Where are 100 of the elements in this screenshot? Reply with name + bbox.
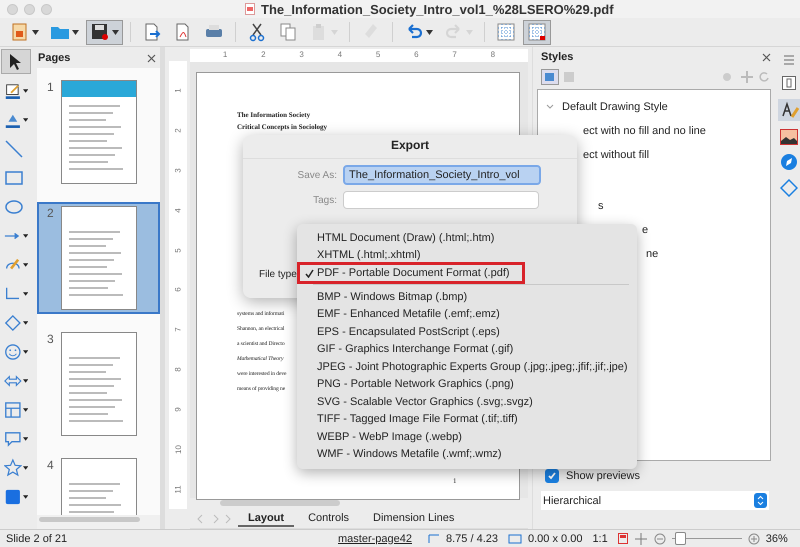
caret-icon xyxy=(22,234,28,238)
show-previews-checkbox[interactable] xyxy=(545,469,559,483)
style-item[interactable]: e xyxy=(642,224,648,236)
page-number: 4 xyxy=(47,458,55,474)
save-button[interactable] xyxy=(86,20,123,44)
grid-icon xyxy=(527,22,547,42)
dialog-title: Export xyxy=(243,135,577,159)
page-thumbnail-item[interactable]: 1 xyxy=(37,76,160,188)
caret-icon xyxy=(22,118,28,122)
ruler-number: 6 xyxy=(174,288,182,292)
caret-icon xyxy=(22,466,28,470)
close-icon[interactable] xyxy=(147,54,156,62)
file-type-option[interactable]: EPS - Encapsulated PostScript (.eps) xyxy=(297,323,637,340)
ruler-number: 9 xyxy=(174,407,182,412)
scrollbar-thumb[interactable] xyxy=(39,517,140,522)
ruler-number: 3 xyxy=(174,168,182,173)
size-status: 0.00 x 0.00 xyxy=(528,532,582,544)
save-as-field[interactable]: The_Information_Society_Intro_vol xyxy=(343,165,541,185)
page-number: 3 xyxy=(47,332,55,348)
smiley-icon xyxy=(4,342,22,362)
menu-icon[interactable] xyxy=(782,53,796,67)
layer-tab[interactable]: Dimension Lines xyxy=(363,511,464,527)
file-type-option[interactable]: WMF - Windows Metafile (.wmf;.wmz) xyxy=(297,446,637,463)
caret-icon xyxy=(32,30,39,34)
caret-icon xyxy=(22,88,28,92)
pdf-file-icon xyxy=(245,3,255,15)
ruler-number: 8 xyxy=(174,367,182,372)
file-type-option[interactable]: PDF - Portable Document Format (.pdf) xyxy=(297,262,525,284)
caret-icon xyxy=(22,350,28,354)
file-type-option[interactable]: SVG - Scalable Vector Graphics (.svg;.svgz) xyxy=(297,393,637,410)
style-item[interactable]: Default Drawing Style xyxy=(562,100,668,112)
page-thumbnail-item[interactable]: 2 xyxy=(37,202,160,314)
navigator-icon[interactable] xyxy=(780,153,798,171)
file-type-option[interactable]: TIFF - Tagged Image File Format (.tif;.tiff) xyxy=(297,410,637,428)
style-item[interactable]: ect without fill xyxy=(583,148,650,160)
window-title: The_Information_Society_Intro_vol1_%28LSERO%29.pdf xyxy=(261,2,614,16)
layer-tab[interactable]: Layout xyxy=(238,511,294,527)
styles-icon[interactable] xyxy=(778,99,800,121)
ruler-number: 5 xyxy=(376,50,380,61)
zoom-slider[interactable] xyxy=(672,532,742,545)
caret-icon xyxy=(22,408,28,412)
grid-icon xyxy=(496,22,516,42)
snap-grid-button[interactable] xyxy=(523,20,551,44)
ruler-number: 11 xyxy=(174,484,182,494)
ruler-number: 7 xyxy=(174,328,182,332)
style-item[interactable]: ne xyxy=(646,248,658,260)
gallery-icon[interactable] xyxy=(780,129,798,145)
ruler-number: 7 xyxy=(452,50,457,61)
copy-icon xyxy=(278,22,298,42)
master-page-status: master-page42 xyxy=(338,532,412,544)
zoom-out-icon[interactable] xyxy=(654,532,666,544)
checkmark-icon xyxy=(547,471,557,481)
document-modified-icon xyxy=(618,533,628,544)
size-icon xyxy=(508,534,522,544)
select-tool[interactable] xyxy=(1,49,31,74)
shapes-icon[interactable] xyxy=(780,179,798,197)
file-type-option[interactable]: JPEG - Joint Photographic Experts Group (.jpg;.jpeg;.jfif;.jif;.jpe) xyxy=(297,358,637,376)
properties-icon[interactable] xyxy=(780,75,796,91)
page-number: 2 xyxy=(47,206,55,222)
move-icon[interactable] xyxy=(634,532,648,546)
ruler-number: 5 xyxy=(174,248,182,252)
file-type-option[interactable]: PNG - Portable Network Graphics (.png) xyxy=(297,376,637,393)
caret-icon xyxy=(22,262,28,266)
drawing-styles-icon[interactable] xyxy=(541,69,559,85)
file-type-option[interactable]: HTML Document (Draw) (.html;.htm) xyxy=(297,229,637,246)
filter-dropdown[interactable]: Hierarchical xyxy=(541,491,769,510)
scale-status: 1:1 xyxy=(592,532,608,544)
file-type-option[interactable]: GIF - Graphics Interchange Format (.gif) xyxy=(297,340,637,358)
ruler-number: 1 xyxy=(222,50,228,61)
close-icon[interactable] xyxy=(762,52,771,62)
chevron-icon[interactable] xyxy=(546,104,554,110)
ruler-number: 10 xyxy=(174,444,182,454)
layer-tab[interactable]: Controls xyxy=(298,511,360,527)
file-type-option[interactable]: XHTML (.html;.xhtml) xyxy=(297,246,637,264)
page-number: 1 xyxy=(47,80,55,96)
ruler-number: 4 xyxy=(338,50,342,61)
zoom-slider-thumb[interactable] xyxy=(675,532,686,545)
file-type-option[interactable]: WEBP - WebP Image (.webp) xyxy=(297,428,637,446)
field-label: Tags: xyxy=(312,194,337,206)
ruler-number: 2 xyxy=(174,128,182,133)
field-label: Save As: xyxy=(296,170,337,180)
caret-icon xyxy=(22,292,28,296)
style-item[interactable]: ect with no fill and no line xyxy=(583,124,706,136)
zoom-in-icon[interactable] xyxy=(748,532,760,544)
page-thumbnail-item[interactable]: 4 xyxy=(37,454,160,515)
file-type-option[interactable]: EMF - Enhanced Metafile (.emf;.emz) xyxy=(297,306,637,323)
position-icon xyxy=(428,534,440,544)
caret-icon xyxy=(426,30,433,34)
stepper-icon xyxy=(754,493,767,508)
ruler-number: 6 xyxy=(414,50,419,61)
style-item[interactable]: s xyxy=(598,200,604,212)
ruler-number: 2 xyxy=(261,50,266,61)
tags-field[interactable] xyxy=(343,191,539,209)
page-thumbnail-item[interactable]: 3 xyxy=(37,328,160,440)
scrollbar-thumb[interactable] xyxy=(220,500,340,506)
file-type-option[interactable]: BMP - Windows Bitmap (.bmp) xyxy=(297,288,637,306)
ruler-number: 4 xyxy=(174,208,182,213)
ruler-number: 8 xyxy=(490,50,496,61)
zoom-percentage: 36% xyxy=(766,532,788,544)
caret-icon xyxy=(22,378,28,382)
